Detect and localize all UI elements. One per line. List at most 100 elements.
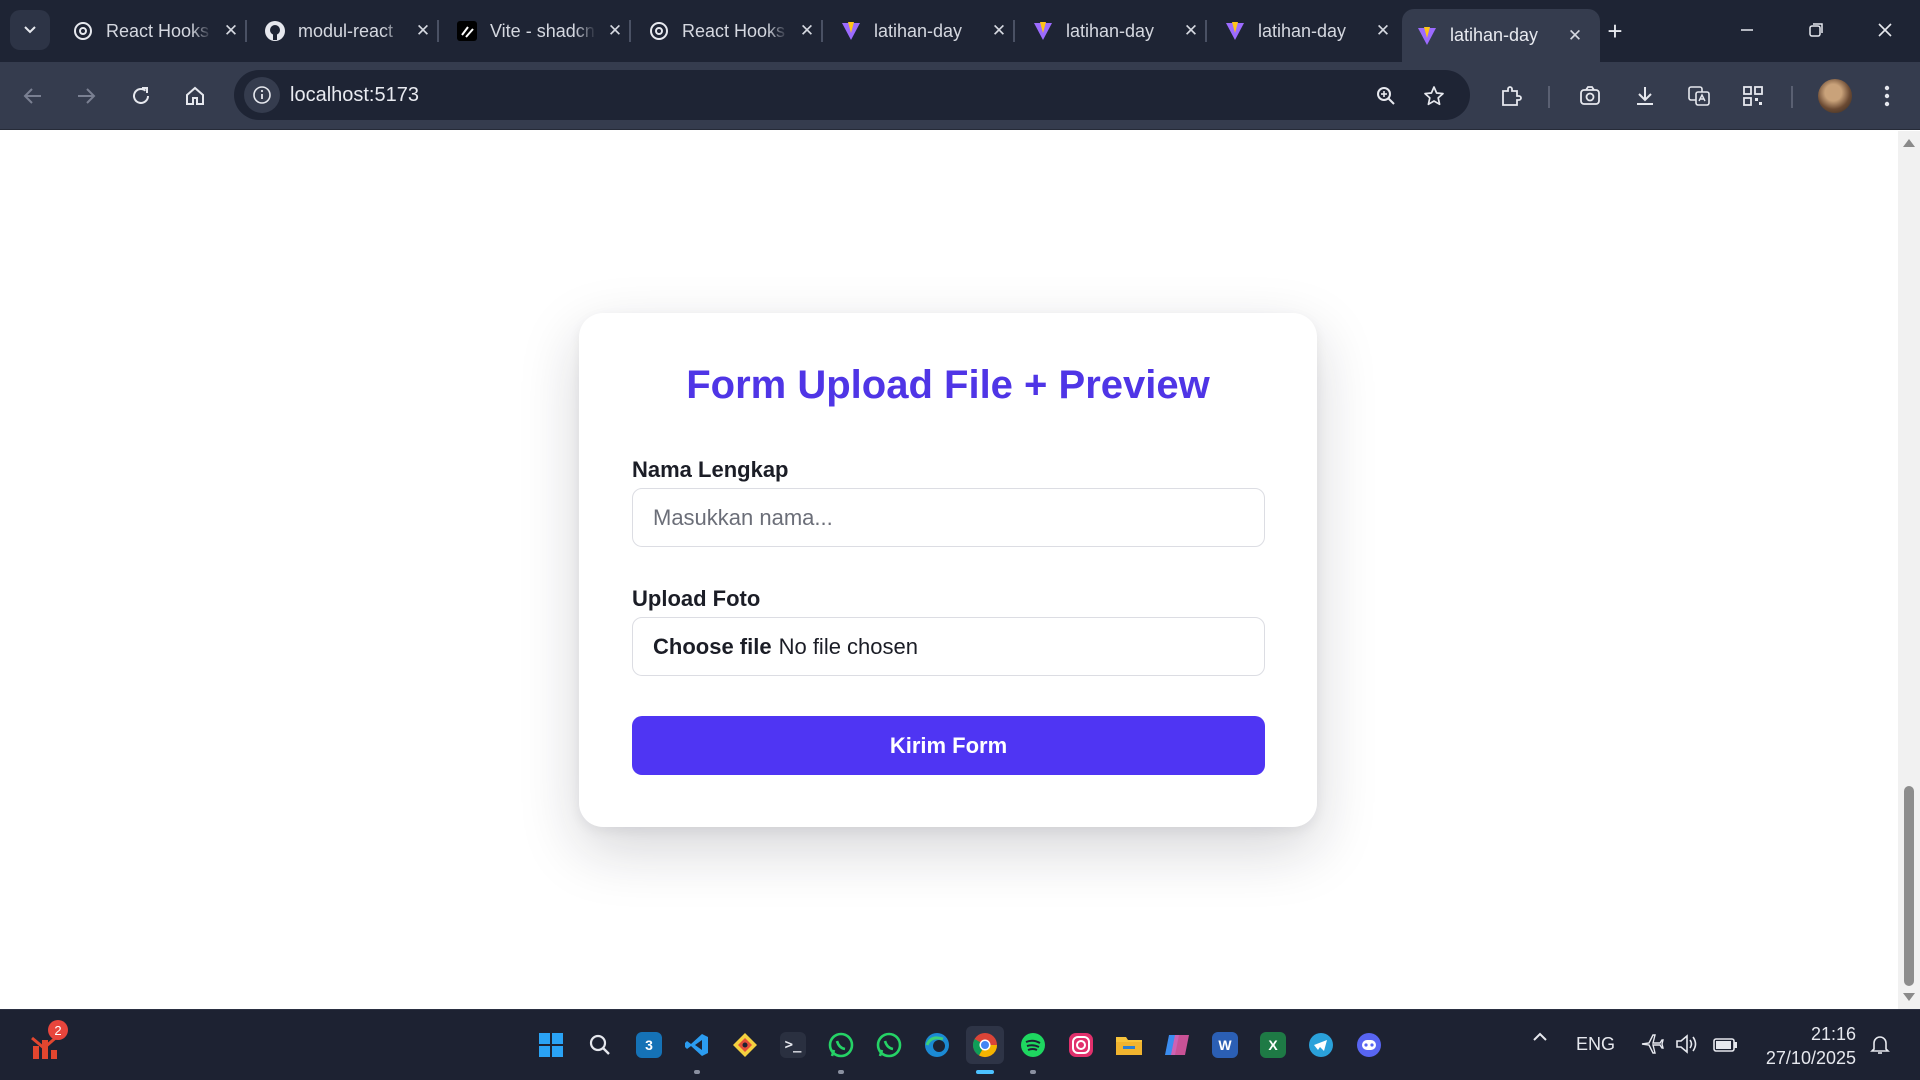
openai-icon (648, 20, 670, 42)
star-icon (1424, 86, 1444, 106)
tab-divider (437, 20, 439, 42)
chevron-up-icon (1533, 1032, 1547, 1041)
taskbar-app-spotify[interactable] (1014, 1026, 1052, 1074)
tab-divider (1013, 20, 1015, 42)
browser-tab-active[interactable]: latihan-day ✕ (1402, 9, 1600, 62)
browser-tab-bar: React Hooks ✕ modul-react ✕ Vite - shadc… (0, 0, 1920, 62)
home-button[interactable] (174, 75, 216, 117)
running-indicator (694, 1070, 700, 1074)
choose-file-button[interactable]: Choose file (653, 634, 772, 660)
browser-tab[interactable]: latihan-day ✕ (1018, 9, 1216, 53)
browser-menu-button[interactable] (1870, 79, 1904, 113)
site-info-button[interactable] (244, 77, 280, 113)
close-tab-icon[interactable]: ✕ (796, 20, 818, 42)
browser-tab[interactable]: latihan-day ✕ (1210, 9, 1408, 53)
taskbar-app-whatsapp-business[interactable] (870, 1026, 908, 1064)
taskbar-app-edge[interactable] (918, 1026, 956, 1064)
file-input[interactable]: Choose file No file chosen (632, 617, 1265, 676)
browser-tab[interactable]: React Hooks ✕ (634, 9, 832, 53)
vscode-icon (685, 1034, 708, 1056)
show-hidden-icons-button[interactable] (1528, 1032, 1552, 1042)
chrome-icon (972, 1033, 997, 1058)
copilot-icon (1165, 1035, 1189, 1055)
translate-icon (1688, 86, 1710, 106)
close-window-button[interactable] (1862, 8, 1908, 52)
bookmark-button[interactable] (1420, 82, 1448, 110)
tab-divider (245, 20, 247, 42)
downloads-button[interactable] (1628, 79, 1662, 113)
edge-icon (925, 1033, 949, 1057)
close-tab-icon[interactable]: ✕ (604, 20, 626, 42)
taskbar-app-telegram[interactable] (1302, 1026, 1340, 1064)
close-tab-icon[interactable]: ✕ (1180, 20, 1202, 42)
restore-icon (1809, 23, 1823, 37)
volume-icon[interactable] (1674, 1032, 1700, 1056)
clock-time: 21:16 (1810, 1024, 1856, 1044)
airplane-mode-icon[interactable] (1640, 1032, 1664, 1056)
new-tab-button[interactable]: + (1598, 14, 1632, 48)
taskbar-app-git[interactable] (726, 1026, 764, 1064)
scroll-down-arrow-icon[interactable] (1903, 993, 1915, 1001)
browser-tab[interactable]: React Hooks ✕ (58, 9, 256, 53)
tab-title: latihan-day (1066, 20, 1155, 41)
download-icon (1637, 87, 1653, 105)
forward-button[interactable] (65, 75, 107, 117)
close-tab-icon[interactable]: ✕ (220, 20, 242, 42)
css3-icon: 3 (636, 1032, 662, 1058)
submit-button[interactable]: Kirim Form (632, 716, 1265, 775)
language-indicator[interactable]: ENG (1576, 1034, 1615, 1055)
qr-code-button[interactable] (1736, 79, 1770, 113)
system-clock[interactable]: 21:16 27/10/2025 (1766, 1022, 1856, 1070)
taskbar-search-button[interactable] (581, 1026, 619, 1064)
screenshot-button[interactable] (1573, 79, 1607, 113)
running-indicator (1030, 1070, 1036, 1074)
taskbar-app-file-explorer[interactable] (1110, 1026, 1148, 1064)
battery-icon[interactable] (1712, 1032, 1738, 1056)
close-tab-icon[interactable]: ✕ (1564, 25, 1586, 47)
taskbar-app-css[interactable]: 3 (630, 1026, 668, 1064)
puzzle-icon (1502, 86, 1522, 106)
taskbar-app-word[interactable]: W (1206, 1026, 1244, 1064)
taskbar-app-chrome[interactable] (966, 1026, 1004, 1074)
taskbar-app-discord[interactable] (1350, 1026, 1388, 1064)
taskbar-app-vscode[interactable] (678, 1026, 716, 1074)
tab-search-button[interactable] (10, 10, 50, 50)
minimize-button[interactable] (1724, 8, 1770, 52)
extensions-button[interactable] (1494, 79, 1528, 113)
browser-tab[interactable]: modul-react ✕ (250, 9, 448, 53)
taskbar-app-instagram[interactable] (1062, 1026, 1100, 1064)
profile-avatar[interactable] (1818, 79, 1852, 113)
browser-tab[interactable]: latihan-day ✕ (826, 9, 1024, 53)
folder-icon (1116, 1037, 1142, 1055)
start-button[interactable] (532, 1026, 570, 1064)
close-tab-icon[interactable]: ✕ (1372, 20, 1394, 42)
taskbar-app-excel[interactable]: X (1254, 1026, 1292, 1064)
home-icon (186, 86, 204, 105)
name-input[interactable] (633, 489, 1264, 546)
taskbar-app-terminal[interactable]: >_ (774, 1026, 812, 1064)
vite-icon (1032, 20, 1054, 42)
back-button[interactable] (12, 75, 54, 117)
close-tab-icon[interactable]: ✕ (988, 20, 1010, 42)
chevron-down-icon (24, 26, 36, 34)
clock-date: 27/10/2025 (1765, 1048, 1856, 1068)
browser-tab[interactable]: Vite - shadcn ✕ (442, 9, 640, 53)
taskbar-app-copilot[interactable] (1158, 1026, 1196, 1064)
github-icon (264, 20, 286, 42)
scroll-up-arrow-icon[interactable] (1903, 139, 1915, 147)
zoom-button[interactable] (1372, 82, 1400, 110)
notification-center-icon[interactable] (1868, 1032, 1892, 1056)
translate-button[interactable] (1682, 79, 1716, 113)
tab-title: React Hooks (106, 20, 210, 41)
restore-button[interactable] (1793, 8, 1839, 52)
tab-title: latihan-day (874, 20, 963, 41)
url-text[interactable]: localhost:5173 (290, 84, 419, 107)
tab-title: Vite - shadcn (490, 20, 595, 41)
close-tab-icon[interactable]: ✕ (412, 20, 434, 42)
taskbar-app-whatsapp[interactable] (822, 1026, 860, 1074)
page-scrollbar[interactable] (1898, 131, 1920, 1009)
reload-button[interactable] (120, 75, 162, 117)
discord-icon (1357, 1033, 1381, 1057)
address-bar[interactable]: localhost:5173 (234, 70, 1470, 120)
scroll-thumb[interactable] (1904, 786, 1914, 986)
